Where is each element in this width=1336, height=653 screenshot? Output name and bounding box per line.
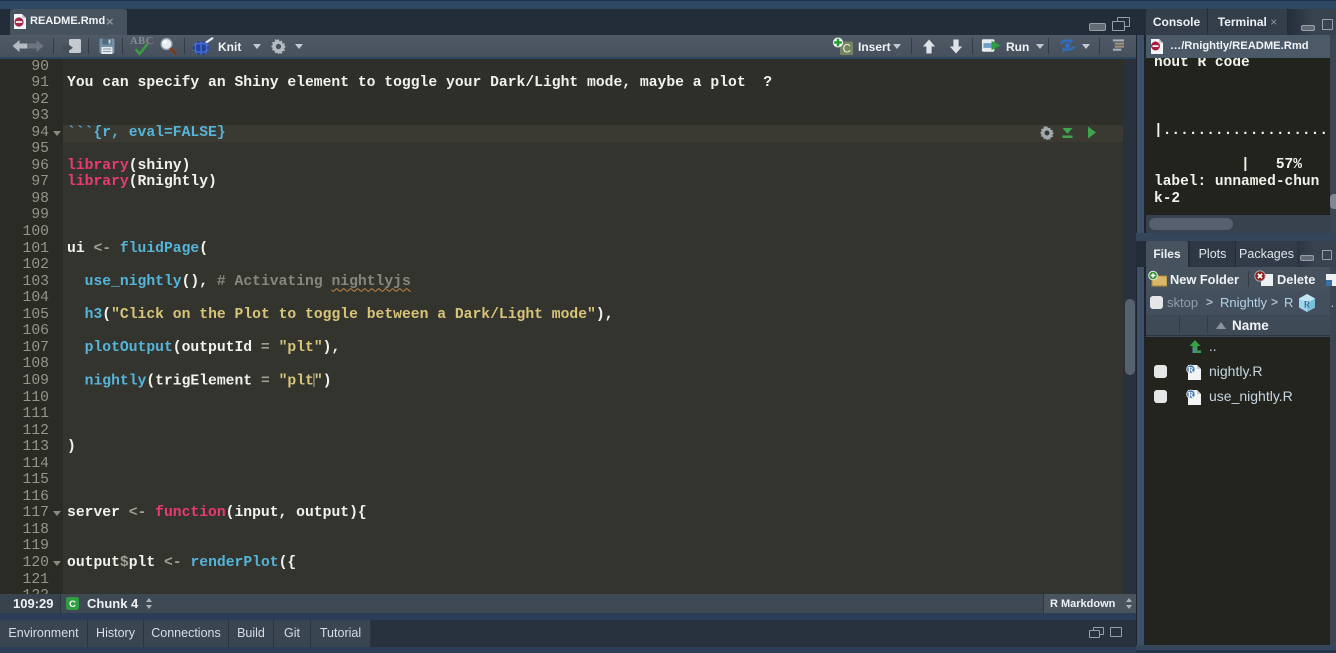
svg-text:R: R xyxy=(1188,390,1194,399)
svg-text:C: C xyxy=(69,599,76,610)
svg-text:C: C xyxy=(843,43,851,55)
svg-text:R: R xyxy=(1188,365,1194,374)
svg-text:R: R xyxy=(1304,300,1311,310)
